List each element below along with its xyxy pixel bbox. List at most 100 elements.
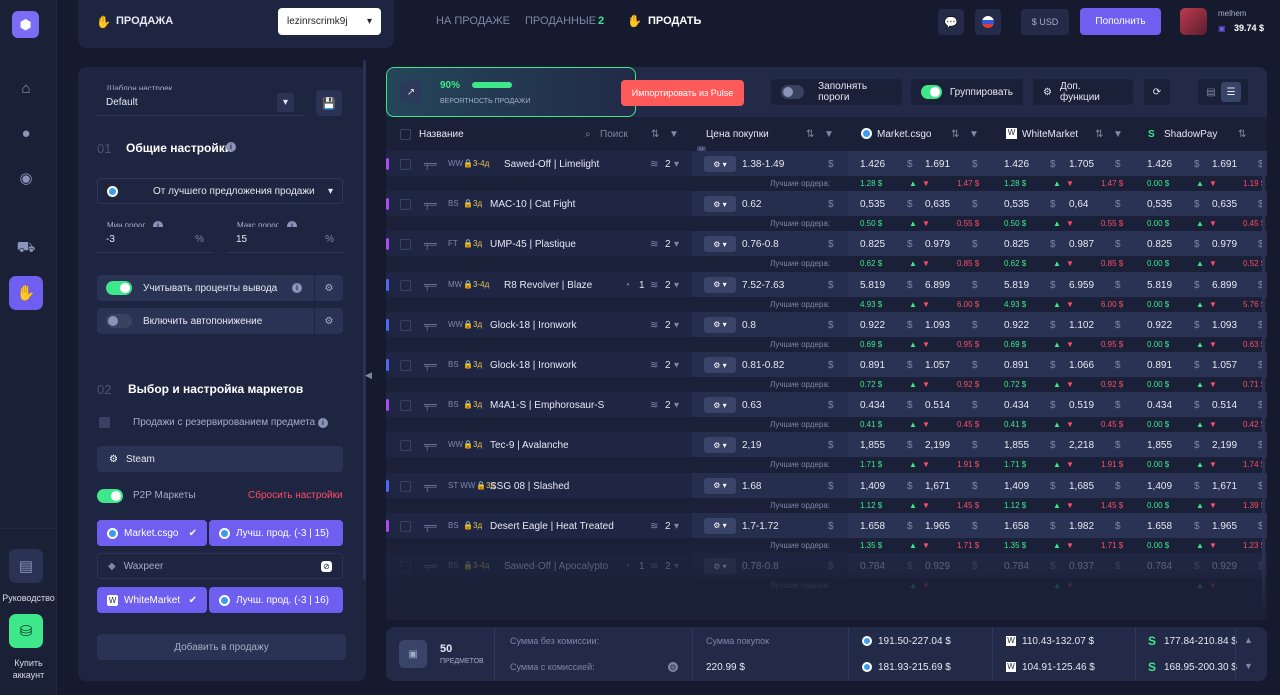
m2-price-a[interactable]: 1,855 — [1004, 440, 1029, 451]
m3-price-b[interactable]: 1.057 — [1212, 360, 1237, 371]
row-checkbox[interactable] — [400, 159, 411, 170]
sort-icon[interactable]: ⇅ — [1095, 129, 1103, 140]
m2-price-b[interactable]: 0.987 — [1069, 239, 1094, 250]
table-row[interactable]: ╤═ FT 🔒 3д UMP-45 | Plastique ≋ 2 ▾ ⚙ ▾ 0.… — [386, 231, 1267, 272]
item-name[interactable]: Sawed-Off | Apocalypto — [504, 561, 608, 572]
m1-price-a[interactable]: 1.658 — [860, 521, 885, 532]
p2p-toggle[interactable] — [97, 489, 123, 503]
m3-price-b[interactable]: 2,199 — [1212, 440, 1237, 451]
table-row[interactable]: ╤═ ST WW 🔒 3д SSG 08 | Slashed ⚙ ▾ 1.68 … — [386, 472, 1267, 513]
account-select[interactable]: lezinrscrimk9j ▾ — [278, 8, 381, 35]
m1-price-b[interactable]: 1.057 — [925, 360, 950, 371]
sell-icon[interactable]: ✋ — [9, 276, 43, 310]
settings-gear-icon[interactable]: ⚙ — [314, 308, 343, 334]
m3-price-a[interactable]: 1.426 — [1147, 159, 1172, 170]
users-icon[interactable]: ◉ — [9, 161, 43, 195]
chevron-down-icon[interactable]: ▾ — [674, 159, 679, 170]
steam-row[interactable]: ⚙ Steam — [97, 446, 343, 472]
m1-price-b[interactable]: 0.929 — [925, 561, 950, 572]
m2-price-b[interactable]: 1.982 — [1069, 521, 1094, 532]
filter-icon[interactable]: ▼ — [969, 129, 979, 140]
row-checkbox[interactable] — [400, 199, 411, 211]
table-row[interactable]: ╤═ BS 🔒 3д Desert Eagle | Heat Treated ≋… — [386, 512, 1267, 553]
collapse-arrow-icon[interactable]: ◀ — [365, 370, 372, 381]
m1-price-b[interactable]: 0.514 — [925, 400, 950, 411]
chat-icon[interactable]: 💬 — [938, 9, 964, 35]
settings-scrollbar[interactable] — [363, 60, 366, 580]
m1-price-b[interactable]: 1.691 — [925, 159, 950, 170]
settings-gear-icon[interactable]: ⚙ — [668, 662, 678, 672]
table-row[interactable]: ╤═ BS 🔒 3д MAC-10 | Cat Fight ⚙ ▾ 0.62 $… — [386, 191, 1267, 232]
table-row[interactable]: ╤═ BS 🔒 3д M4A1-S | Emphorosaur-S ≋ 2 ▾ ⚙ … — [386, 392, 1267, 433]
row-checkbox[interactable] — [400, 279, 411, 291]
row-checkbox[interactable] — [400, 480, 411, 492]
app-logo[interactable]: ⬢ — [12, 11, 39, 38]
row-checkbox[interactable] — [400, 400, 411, 412]
m2-price-a[interactable]: 1.658 — [1004, 521, 1029, 532]
bag-icon[interactable]: ⛁ — [9, 614, 43, 648]
home-icon[interactable]: ⌂ — [9, 71, 43, 105]
language-flag-icon[interactable] — [975, 9, 1001, 35]
m1-price-b[interactable]: 6.899 — [925, 280, 950, 291]
import-pulse-button[interactable]: Импортировать из Pulse — [621, 80, 744, 106]
chevron-down-icon[interactable]: ▾ — [674, 521, 679, 532]
m3-price-b[interactable]: 1.691 — [1212, 159, 1237, 170]
m2-price-a[interactable]: 0.891 — [1004, 360, 1029, 371]
m2-price-b[interactable]: 6.959 — [1069, 280, 1094, 291]
sort-icon[interactable]: ⇅ — [951, 129, 959, 140]
search-input[interactable]: Поиск — [600, 129, 628, 140]
item-name[interactable]: Sawed-Off | Limelight — [504, 159, 599, 170]
m2-price-a[interactable]: 0.784 — [1004, 561, 1029, 572]
steam-select[interactable]: ⚙ ▾ — [704, 437, 736, 454]
row-checkbox[interactable] — [400, 440, 411, 452]
reset-settings-link[interactable]: Сбросить настройки — [248, 490, 343, 501]
m3-price-a[interactable]: 0,535 — [1147, 199, 1172, 210]
header-whitemarket[interactable]: WhiteMarket — [1022, 129, 1078, 140]
m3-price-a[interactable]: 5.819 — [1147, 280, 1172, 291]
grid-view-icon[interactable]: ▤ — [1201, 82, 1221, 102]
row-checkbox[interactable] — [400, 561, 411, 572]
filter-icon[interactable]: ▼ — [669, 129, 679, 140]
chevron-down-icon[interactable]: ▼ — [1244, 661, 1253, 671]
m1-price-a[interactable]: 5.819 — [860, 280, 885, 291]
tab-sold[interactable]: ПРОДАННЫЕ — [525, 15, 596, 27]
document-icon[interactable]: ▤ — [9, 549, 43, 583]
steam-select[interactable]: ⚙ ▾ — [704, 517, 736, 534]
item-name[interactable]: MAC-10 | Cat Fight — [490, 199, 575, 210]
m2-price-b[interactable]: 0,64 — [1069, 199, 1088, 210]
item-name[interactable]: SSG 08 | Slashed — [490, 481, 569, 492]
m2-price-a[interactable]: 0.922 — [1004, 320, 1029, 331]
settings-gear-icon[interactable]: ⚙ — [314, 275, 343, 301]
m2-price-a[interactable]: 0,535 — [1004, 199, 1029, 210]
m2-price-a[interactable]: 1,409 — [1004, 481, 1029, 492]
m3-price-b[interactable]: 0.929 — [1212, 561, 1237, 572]
m2-price-b[interactable]: 1.102 — [1069, 320, 1094, 331]
chevron-down-icon[interactable]: ▾ — [674, 360, 679, 371]
chevron-down-icon[interactable]: ▾ — [674, 561, 679, 572]
refresh-icon[interactable]: ⟳ — [1144, 79, 1170, 105]
reserve-checkbox[interactable] — [99, 417, 110, 428]
tab-sell[interactable]: ПРОДАТЬ — [648, 15, 701, 27]
buy-account-label-2[interactable]: аккаунт — [0, 670, 57, 680]
replenish-button[interactable]: Пополнить — [1080, 8, 1161, 35]
steam-select[interactable]: ⚙ ▾ — [704, 276, 736, 293]
add-to-sale-button[interactable]: Добавить в продажу — [97, 634, 346, 660]
m2-price-b[interactable]: 1.066 — [1069, 360, 1094, 371]
item-name[interactable]: Tec-9 | Avalanche — [490, 440, 569, 451]
sort-icon[interactable]: ⇅ — [1238, 129, 1246, 140]
m2-price-a[interactable]: 0.434 — [1004, 400, 1029, 411]
row-checkbox[interactable] — [400, 319, 411, 331]
m1-price-a[interactable]: 1.426 — [860, 159, 885, 170]
m3-price-a[interactable]: 1,409 — [1147, 481, 1172, 492]
currency-select[interactable]: $ USD — [1021, 9, 1069, 35]
table-row[interactable]: ╤═ BS 🔒 3д Glock-18 | Ironwork ≋ 2 ▾ ⚙ ▾ 0… — [386, 352, 1267, 392]
m3-price-b[interactable]: 0.514 — [1212, 400, 1237, 411]
group-button[interactable]: Группировать — [911, 79, 1023, 105]
m2-price-a[interactable]: 1.426 — [1004, 159, 1029, 170]
steam-select[interactable]: ⚙ ▾ — [704, 196, 736, 213]
table-scrollbar[interactable] — [1262, 151, 1265, 611]
market-csgo-button[interactable]: Market.csgo ✔ — [97, 520, 207, 546]
m3-price-b[interactable]: 1.093 — [1212, 320, 1237, 331]
m3-price-b[interactable]: 1,671 — [1212, 481, 1237, 492]
sort-icon[interactable]: ⇅ — [806, 129, 814, 140]
